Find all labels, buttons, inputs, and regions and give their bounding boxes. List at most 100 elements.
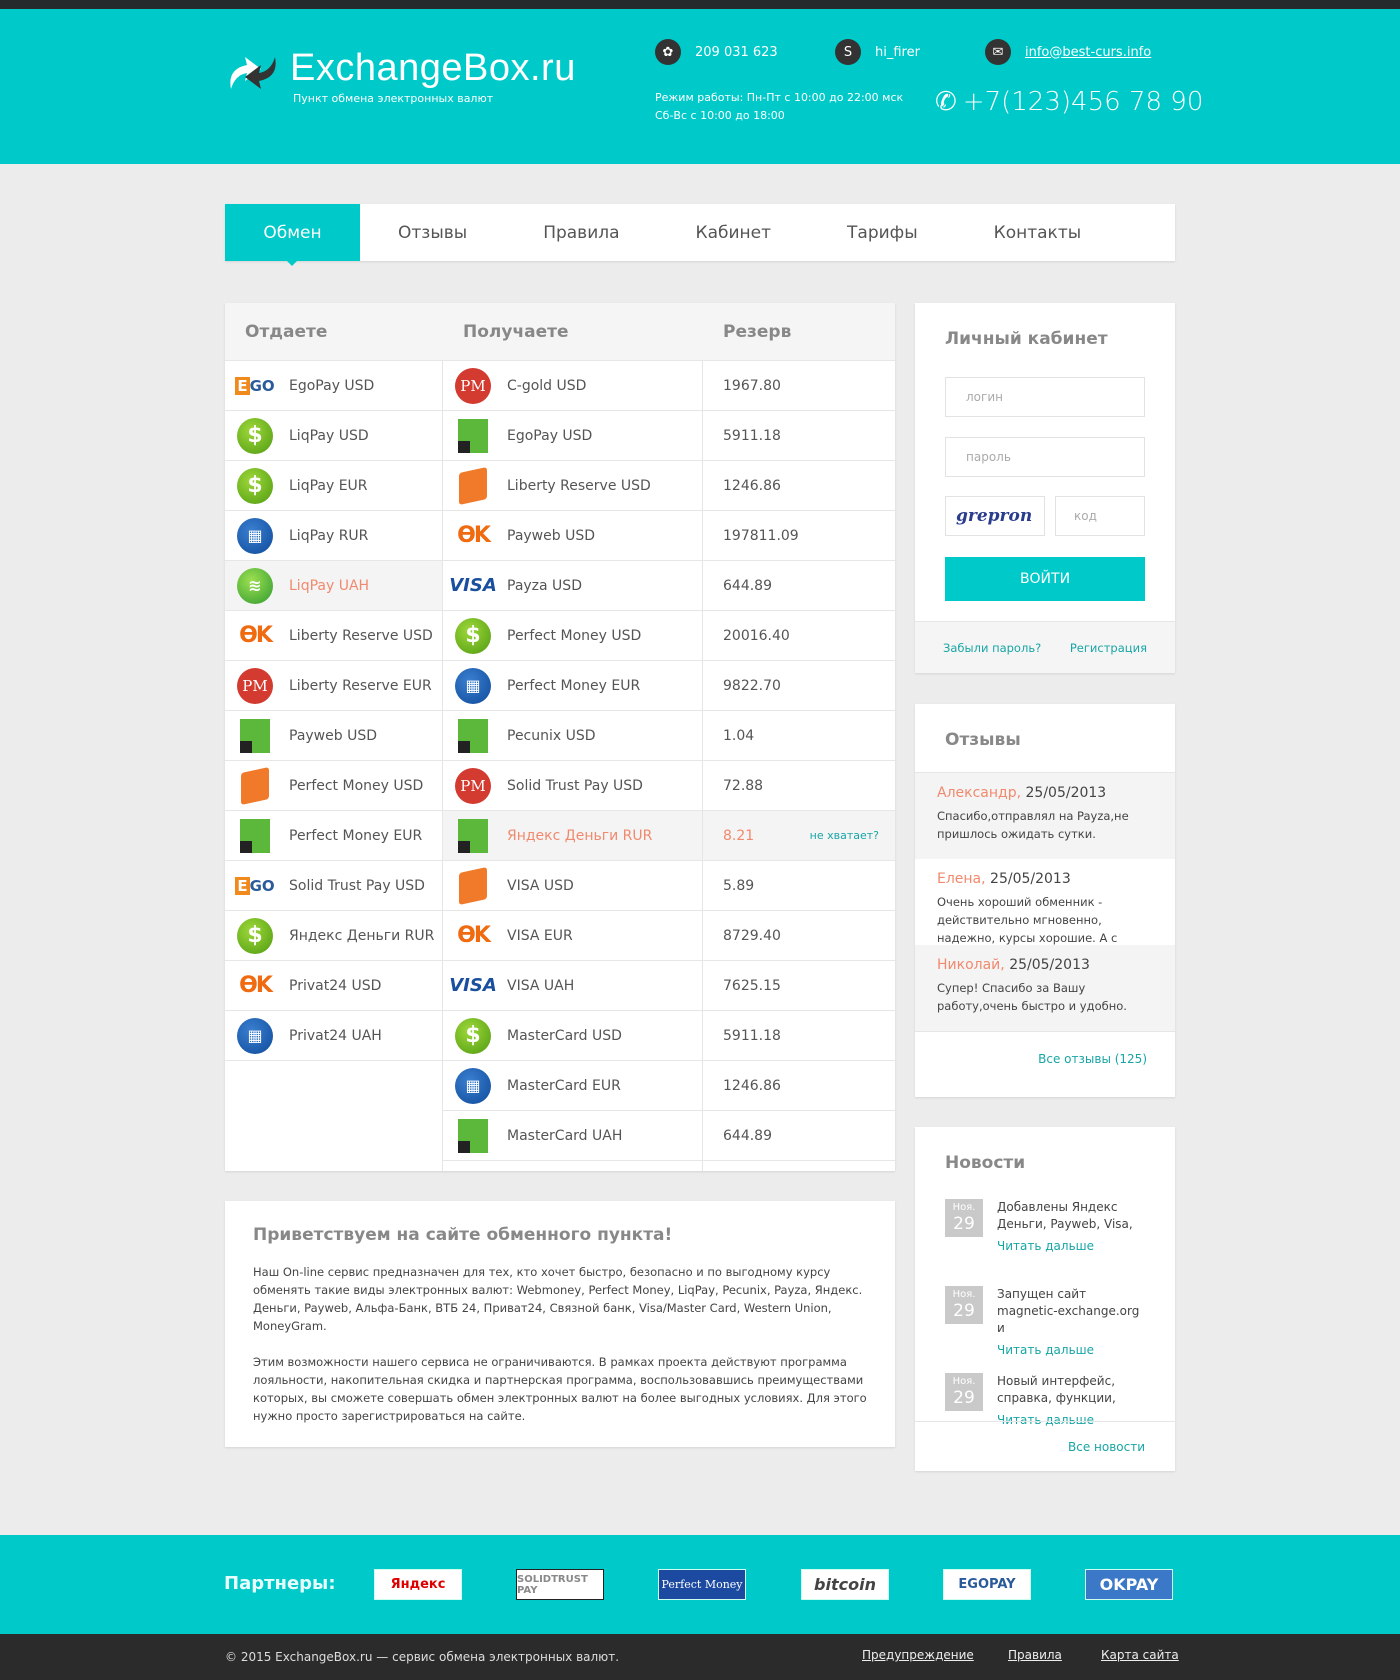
give-option[interactable]: Payweb USD (225, 711, 442, 761)
login-input[interactable]: логин (945, 377, 1145, 417)
captcha-code-input[interactable]: код (1055, 496, 1145, 536)
review-author: Александр, (937, 785, 1022, 801)
partner-bitcoin-logo[interactable]: bitcoin (801, 1569, 889, 1600)
all-reviews-link[interactable]: Все отзывы (125) (1038, 1052, 1147, 1066)
reserve-value: 20016.40 (723, 627, 790, 644)
partner-perfectmoney-logo[interactable]: Perfect Money (658, 1569, 746, 1600)
give-option[interactable]: ӨK Liberty Reserve USD (225, 611, 442, 661)
pm-icon: PM (453, 767, 493, 805)
reserve-cell: 644.89 (703, 1111, 895, 1161)
reserve-cell: 20016.40 (703, 611, 895, 661)
read-more-link[interactable]: Читать дальше (997, 1343, 1145, 1357)
give-option[interactable]: ӨK Privat24 USD (225, 961, 442, 1011)
news-item: Ноя. 29 Запущен сайт magnetic-exchange.org… (915, 1286, 1175, 1361)
footer-link-warning[interactable]: Предупреждение (862, 1648, 974, 1662)
reserve-value: 644.89 (723, 577, 772, 594)
give-option[interactable]: $ LiqPay USD (225, 411, 442, 461)
reserve-value: 1246.86 (723, 1077, 781, 1094)
get-option[interactable]: VISA VISA UAH (443, 961, 702, 1011)
reserve-cell: 8729.40 (703, 911, 895, 961)
phone-icon: ✆ (935, 87, 957, 117)
give-option[interactable]: Perfect Money USD (225, 761, 442, 811)
news-footer: Все новости (915, 1421, 1175, 1471)
reserve-value: 5911.18 (723, 1027, 781, 1044)
icq-icon: ✿ (655, 39, 681, 65)
get-option[interactable]: ӨK Payweb USD (443, 511, 702, 561)
okpay-icon: ӨK (457, 923, 491, 948)
wallet-icon (453, 866, 493, 905)
welcome-paragraph-2: Этим возможности нашего сервиса не огран… (253, 1355, 867, 1423)
logo-icon (230, 57, 276, 89)
read-more-link[interactable]: Читать дальше (997, 1239, 1145, 1253)
get-option-label: MasterCard UAH (507, 1127, 623, 1144)
partner-egopay-logo[interactable]: EGOPAY (943, 1569, 1031, 1600)
get-option[interactable]: VISA USD (443, 861, 702, 911)
news-date: Ноя. 29 (945, 1286, 983, 1324)
reserve-cell: 5.89 (703, 861, 895, 911)
reserve-cell: 1.04 (703, 711, 895, 761)
get-option[interactable]: PM Solid Trust Pay USD (443, 761, 702, 811)
get-option[interactable]: Яндекс Деньги RUR (443, 811, 702, 861)
mail-icon: ✉ (985, 39, 1011, 65)
wallet-icon (453, 466, 493, 505)
news-month: Ноя. (952, 1376, 976, 1387)
shortage-link[interactable]: не хватает? (810, 829, 879, 842)
liqpay-icon: $ (235, 467, 275, 505)
get-option[interactable]: PM C-gold USD (443, 361, 702, 411)
tab-cabinet[interactable]: Кабинет (658, 204, 810, 261)
tab-rules[interactable]: Правила (505, 204, 657, 261)
get-option[interactable]: ▦ MasterCard EUR (443, 1061, 702, 1111)
news-text: Запущен сайт magnetic-exchange.org и (997, 1287, 1140, 1335)
partner-solidtrust-logo[interactable]: SOLIDTRUST PAY (516, 1569, 604, 1600)
reserve-cell: 5911.18 (703, 1011, 895, 1061)
review-text: Супер! Спасибо за Вашу работу,очень быст… (937, 981, 1127, 1013)
give-option[interactable]: PM Liberty Reserve EUR (225, 661, 442, 711)
partner-yandex-logo[interactable]: Яндекс (374, 1569, 462, 1600)
news-box: Новости Ноя. 29 Добавлены Яндекс Деньги, P… (915, 1127, 1175, 1471)
give-option-label: Perfect Money EUR (289, 827, 423, 844)
tab-exchange[interactable]: Обмен (225, 204, 360, 266)
give-option[interactable]: ▦ Privat24 UAH (225, 1011, 442, 1061)
get-option[interactable]: ӨK VISA EUR (443, 911, 702, 961)
forgot-password-link[interactable]: Забыли пароль? (943, 641, 1041, 655)
get-option[interactable]: $ Perfect Money USD (443, 611, 702, 661)
register-link[interactable]: Регистрация (1070, 641, 1147, 655)
give-option-label: EgoPay USD (289, 377, 375, 394)
give-option[interactable]: ≋ LiqPay UAH (225, 561, 442, 611)
tab-contacts[interactable]: Контакты (956, 204, 1120, 261)
visa-icon: VISA (449, 575, 497, 596)
get-option[interactable]: VISA Payza USD (443, 561, 702, 611)
get-option[interactable]: $ MasterCard USD (443, 1011, 702, 1061)
skype-icon: S (835, 39, 861, 65)
reserve-value: 7625.15 (723, 977, 781, 994)
give-option[interactable]: $ LiqPay EUR (225, 461, 442, 511)
get-option[interactable]: Pecunix USD (443, 711, 702, 761)
tab-reviews[interactable]: Отзывы (360, 204, 505, 261)
give-option-label: Solid Trust Pay USD (289, 877, 425, 894)
give-option[interactable]: ▦ LiqPay RUR (225, 511, 442, 561)
email-link[interactable]: info@best-curs.info (1025, 45, 1151, 60)
login-button[interactable]: ВОЙТИ (945, 557, 1145, 601)
password-input[interactable]: пароль (945, 437, 1145, 477)
reserve-column: 1967.80 5911.18 1246.86 197811.09 644.89 2001… (703, 361, 895, 1171)
get-option-label: C-gold USD (507, 377, 587, 394)
tab-tariffs[interactable]: Тарифы (809, 204, 956, 261)
partner-okpay-logo[interactable]: OKPAY (1085, 1569, 1173, 1600)
give-option[interactable]: E GO EgoPay USD (225, 361, 442, 411)
give-option[interactable]: Perfect Money EUR (225, 811, 442, 861)
get-option[interactable]: ▦ Perfect Money EUR (443, 661, 702, 711)
get-option[interactable]: Liberty Reserve USD (443, 461, 702, 511)
get-option[interactable]: MasterCard UAH (443, 1111, 702, 1161)
footer-link-rules[interactable]: Правила (1008, 1648, 1062, 1662)
okpay-icon: ӨK (457, 523, 491, 548)
give-option[interactable]: $ Яндекс Деньги RUR (225, 911, 442, 961)
privat-icon (453, 417, 493, 455)
give-option[interactable]: E GO Solid Trust Pay USD (225, 861, 442, 911)
footer-link-sitemap[interactable]: Карта сайта (1101, 1648, 1179, 1662)
all-news-link[interactable]: Все новости (1068, 1440, 1145, 1454)
site-title[interactable]: ExchangeBox.ru (290, 47, 576, 90)
header-give: Отдаете (245, 321, 328, 342)
get-option[interactable]: EgoPay USD (443, 411, 702, 461)
review-text: Очень хороший обменник - действительно м… (937, 895, 1118, 945)
reserve-cell: 72.88 (703, 761, 895, 811)
